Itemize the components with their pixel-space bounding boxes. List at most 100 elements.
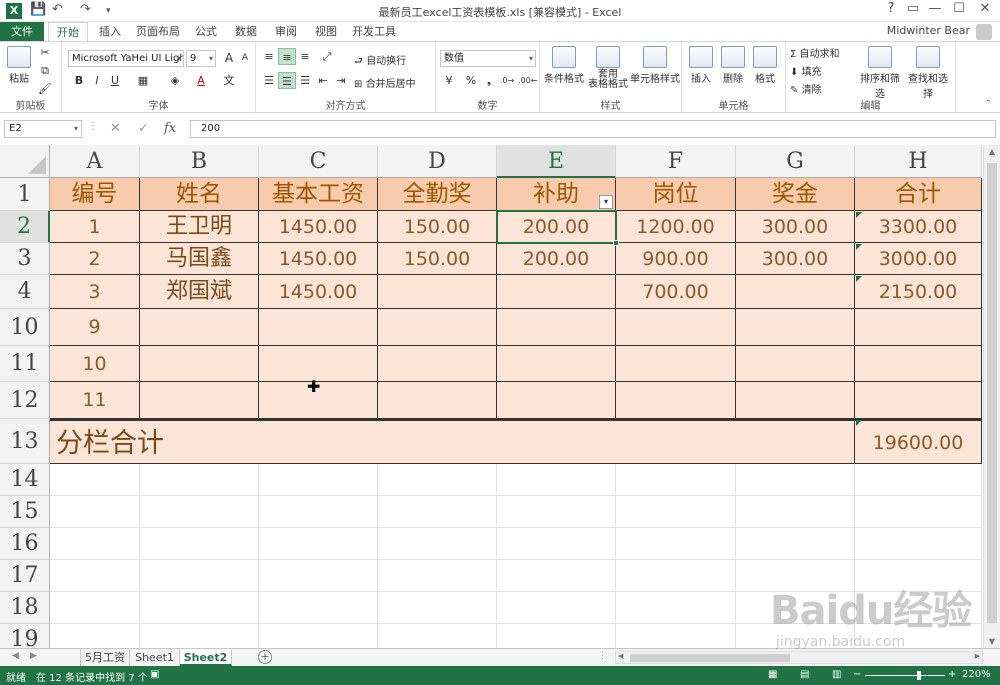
phonetic-icon[interactable]: 文: [220, 72, 238, 89]
column-header-h[interactable]: H: [855, 145, 982, 178]
table-cell[interactable]: [497, 382, 616, 419]
percent-button[interactable]: %: [462, 72, 480, 89]
row-header-14[interactable]: 14: [0, 464, 50, 496]
table-cell[interactable]: 200.00: [497, 243, 616, 275]
table-cell[interactable]: 马国鑫: [140, 243, 259, 275]
table-cell[interactable]: [497, 346, 616, 382]
empty-cell[interactable]: [497, 496, 616, 528]
table-cell[interactable]: 700.00: [616, 275, 736, 309]
summary-label-cell[interactable]: 分栏合计: [50, 419, 855, 464]
comma-button[interactable]: ❟: [480, 72, 498, 89]
empty-cell[interactable]: [736, 464, 855, 496]
scroll-down-icon[interactable]: ▼: [984, 637, 1000, 646]
table-cell[interactable]: [616, 309, 736, 346]
row-header-19[interactable]: 19: [0, 624, 50, 648]
table-cell[interactable]: [497, 309, 616, 346]
table-cell[interactable]: 150.00: [378, 211, 497, 243]
table-cell[interactable]: [855, 309, 982, 346]
table-cell[interactable]: 150.00: [378, 243, 497, 275]
row-header-4[interactable]: 4: [0, 275, 50, 309]
name-box[interactable]: E2 ▾: [4, 120, 82, 138]
row-header-13[interactable]: 13: [0, 419, 50, 464]
zoom-slider[interactable]: [865, 671, 945, 680]
table-cell[interactable]: 1: [50, 211, 140, 243]
empty-cell[interactable]: [140, 592, 259, 624]
font-name-combo[interactable]: Microsoft YaHei UI Ligh ▾: [68, 50, 184, 67]
row-header-16[interactable]: 16: [0, 528, 50, 560]
empty-cell[interactable]: [378, 496, 497, 528]
table-cell[interactable]: [855, 346, 982, 382]
vertical-scroll-thumb[interactable]: [987, 163, 997, 623]
table-cell[interactable]: 2150.00: [855, 275, 982, 309]
header-cell[interactable]: 姓名: [140, 178, 259, 211]
align-right-icon[interactable]: ☰: [296, 72, 314, 89]
find-select-button[interactable]: 查找和选择: [904, 46, 952, 100]
sheet-tab-sheet1[interactable]: Sheet1: [130, 649, 180, 666]
empty-cell[interactable]: [616, 560, 736, 592]
empty-cell[interactable]: [616, 624, 736, 648]
empty-cell[interactable]: [259, 624, 378, 648]
row-header-11[interactable]: 11: [0, 346, 50, 382]
sheet-tab-may-salary[interactable]: 5月工资: [80, 649, 130, 666]
tab-review[interactable]: 审阅: [268, 22, 304, 41]
normal-view-icon[interactable]: ▦: [768, 669, 777, 680]
format-cells-button[interactable]: 格式: [750, 46, 780, 85]
scroll-up-icon[interactable]: ▲: [984, 147, 1000, 156]
cancel-icon[interactable]: ✕: [110, 121, 121, 136]
empty-cell[interactable]: [736, 496, 855, 528]
table-cell[interactable]: [140, 346, 259, 382]
header-cell[interactable]: 合计: [855, 178, 982, 211]
table-cell[interactable]: [736, 382, 855, 419]
page-break-view-icon[interactable]: ▥: [832, 669, 841, 680]
sort-filter-button[interactable]: 排序和筛选: [856, 46, 904, 100]
scroll-right-icon[interactable]: ▶: [975, 652, 980, 660]
empty-cell[interactable]: [50, 464, 140, 496]
empty-cell[interactable]: [378, 560, 497, 592]
merge-center-button[interactable]: ⊞ 合并后居中: [354, 75, 416, 90]
empty-cell[interactable]: [259, 560, 378, 592]
underline-button[interactable]: U: [106, 72, 124, 89]
column-header-d[interactable]: D: [378, 145, 497, 178]
empty-cell[interactable]: [259, 464, 378, 496]
sheet-tab-sheet2[interactable]: Sheet2: [180, 649, 232, 666]
row-header-12[interactable]: 12: [0, 382, 50, 419]
empty-cell[interactable]: [50, 560, 140, 592]
insert-function-icon[interactable]: fx: [164, 121, 176, 136]
help-icon[interactable]: ?: [880, 1, 902, 16]
table-cell[interactable]: 郑国斌: [140, 275, 259, 309]
worksheet-grid[interactable]: A B C D E F G H 1 2 3 4 10 11 12 13 14 15 16 17 18 19 编号 姓名 基本工资…: [0, 145, 1000, 648]
paste-button[interactable]: 粘贴: [6, 46, 32, 85]
table-cell[interactable]: [140, 382, 259, 419]
close-icon[interactable]: ✕: [974, 1, 996, 16]
table-cell[interactable]: [259, 309, 378, 346]
header-cell[interactable]: 基本工资: [259, 178, 378, 211]
empty-cell[interactable]: [736, 528, 855, 560]
header-cell[interactable]: 全勤奖: [378, 178, 497, 211]
empty-cell[interactable]: [259, 496, 378, 528]
delete-cells-button[interactable]: 删除: [718, 46, 748, 85]
empty-cell[interactable]: [259, 592, 378, 624]
table-cell[interactable]: 1450.00: [259, 275, 378, 309]
empty-cell[interactable]: [855, 592, 982, 624]
copy-icon[interactable]: ⧉: [36, 62, 54, 79]
prev-sheet-icon[interactable]: ◀: [12, 651, 19, 661]
table-cell[interactable]: [378, 275, 497, 309]
scroll-left-icon[interactable]: ◀: [618, 652, 623, 660]
zoom-out-icon[interactable]: −: [853, 669, 861, 680]
row-header-2[interactable]: 2: [0, 211, 50, 243]
table-cell[interactable]: 1200.00: [616, 211, 736, 243]
align-center-icon[interactable]: ☰: [278, 72, 296, 89]
horizontal-scroll-thumb[interactable]: [630, 654, 790, 662]
align-top-icon[interactable]: ≡: [260, 48, 278, 65]
empty-cell[interactable]: [140, 464, 259, 496]
table-cell[interactable]: 3300.00: [855, 211, 982, 243]
decrease-indent-icon[interactable]: ⇤: [314, 72, 332, 89]
table-cell[interactable]: [736, 309, 855, 346]
table-cell[interactable]: 3: [50, 275, 140, 309]
column-header-e[interactable]: E: [497, 145, 616, 178]
tab-page-layout[interactable]: 页面布局: [132, 22, 184, 41]
italic-button[interactable]: I: [88, 72, 106, 89]
number-format-combo[interactable]: 数值 ▾: [440, 50, 536, 67]
tab-view[interactable]: 视图: [308, 22, 344, 41]
horizontal-scrollbar[interactable]: ◀ ▶: [615, 651, 983, 664]
